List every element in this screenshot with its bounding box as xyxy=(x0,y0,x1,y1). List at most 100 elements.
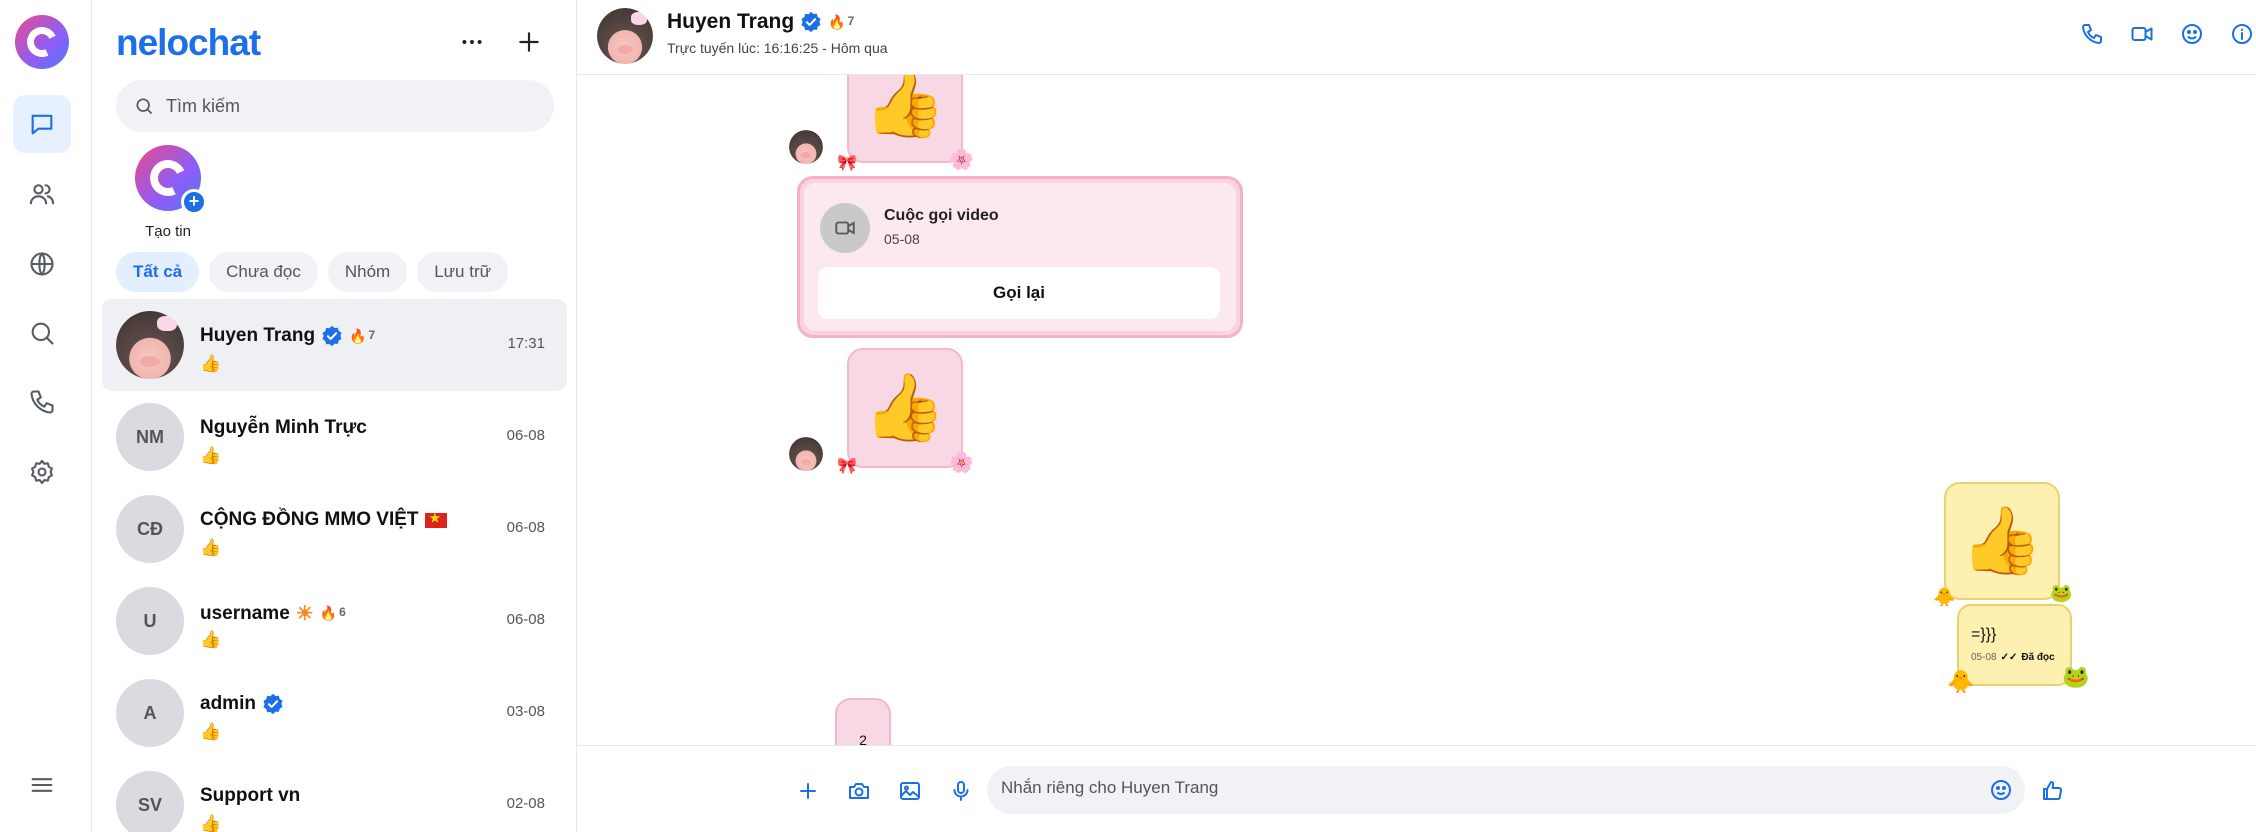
search-icon xyxy=(136,98,153,115)
camera-icon[interactable] xyxy=(844,776,874,806)
more-options-icon[interactable] xyxy=(452,22,492,62)
create-story-label: Tạo tin xyxy=(145,223,191,240)
verified-badge-icon xyxy=(322,325,342,347)
left-rail xyxy=(0,0,92,832)
conversation-time: 02-08 xyxy=(506,795,545,812)
avatar: SV xyxy=(116,771,184,832)
conversation-name: username xyxy=(200,602,290,624)
conversation-time: 06-08 xyxy=(506,519,545,536)
filter-groups[interactable]: Nhóm xyxy=(327,252,408,292)
chick-decoration-icon: 🐥 xyxy=(1933,587,1956,607)
chick-decoration-icon: 🐥 xyxy=(1947,669,1975,694)
conversation-name: Huyen Trang xyxy=(200,325,316,346)
emoji-face-icon[interactable] xyxy=(2178,18,2206,50)
bow-decoration-icon: 🎀 xyxy=(837,458,857,475)
app-logo[interactable] xyxy=(15,15,69,69)
bow-decoration-icon: 🎀 xyxy=(837,155,857,172)
microphone-icon[interactable] xyxy=(946,776,976,806)
conversation-item[interactable]: CĐ CỘNG ĐỒNG MMO VIỆT 👍 06-08 xyxy=(102,483,567,575)
conversation-name: Nguyễn Minh Trực xyxy=(200,417,367,438)
messages-icon[interactable] xyxy=(13,95,71,153)
add-attachment-icon[interactable] xyxy=(793,776,823,806)
flower-decoration-icon: 🌸 xyxy=(949,452,974,474)
conversation-name: Support vn xyxy=(200,785,301,806)
info-icon[interactable] xyxy=(2228,18,2256,50)
filter-unread[interactable]: Chưa đọc xyxy=(209,252,318,292)
online-status: Trực tuyến lúc: 16:16:25 - Hôm qua xyxy=(667,40,888,56)
conversation-name: CỘNG ĐỒNG MMO VIỆT xyxy=(200,509,419,530)
streak-icon: 🔥 7 xyxy=(828,13,855,30)
conversation-sidebar: nelochat + Tạo tin Tất cả Chưa đọc Nhóm … xyxy=(92,0,577,832)
streak-icon: 🔥 6 xyxy=(319,605,346,621)
thumbs-up-sticker[interactable]: 👍 xyxy=(847,348,963,468)
app-window: nelochat + Tạo tin Tất cả Chưa đọc Nhóm … xyxy=(0,0,2256,832)
video-camera-icon xyxy=(820,203,870,253)
conversation-preview: 👍 xyxy=(200,630,222,649)
settings-icon[interactable] xyxy=(13,443,71,501)
chat-title[interactable]: Huyen Trang xyxy=(667,10,794,34)
chat-panel: Huyen Trang 🔥 7 Trực tuyến lúc: 16:16:25 … xyxy=(577,0,2256,832)
new-chat-plus-icon[interactable] xyxy=(509,22,549,62)
chat-header: Huyen Trang 🔥 7 Trực tuyến lúc: 16:16:25 … xyxy=(577,0,2256,75)
conversation-time: 06-08 xyxy=(506,427,545,444)
thumbs-up-send-icon[interactable] xyxy=(2037,776,2067,806)
chat-avatar[interactable] xyxy=(597,8,653,64)
thumbs-up-sticker-outgoing[interactable]: 👍 xyxy=(1944,482,2060,600)
avatar: A xyxy=(116,679,184,747)
search-input[interactable] xyxy=(166,95,526,117)
menu-icon[interactable] xyxy=(13,756,71,814)
sun-badge-icon: ☀ xyxy=(295,603,314,625)
conversation-item[interactable]: NM Nguyễn Minh Trực 👍 06-08 xyxy=(102,391,567,483)
verified-badge-icon xyxy=(263,693,283,715)
phone-icon[interactable] xyxy=(13,373,71,431)
create-story[interactable]: + Tạo tin xyxy=(116,145,220,240)
voice-call-icon[interactable] xyxy=(2078,18,2106,50)
conversation-item[interactable]: A admin 👍 03-08 xyxy=(102,667,567,759)
conversation-item[interactable]: U username ☀ 🔥 6 👍 06-08 xyxy=(102,575,567,667)
video-call-icon[interactable] xyxy=(2128,18,2156,50)
conversation-time: 17:31 xyxy=(507,335,545,352)
message-input-box[interactable] xyxy=(987,766,2025,814)
message-date: 05-08 xyxy=(1971,652,1997,663)
message-text: =}}} xyxy=(1971,626,1997,643)
conversation-list: Huyen Trang 🔥 7 👍 17:31 NM Nguyễn Minh Tr… xyxy=(102,299,567,832)
avatar: NM xyxy=(116,403,184,471)
sender-avatar xyxy=(789,130,823,164)
conversation-time: 03-08 xyxy=(506,703,545,720)
filter-all[interactable]: Tất cả xyxy=(116,252,200,292)
thumbs-up-sticker[interactable]: 👍 xyxy=(847,75,963,163)
call-date: 05-08 xyxy=(884,231,920,247)
vietnam-flag-icon xyxy=(424,511,447,528)
streak-icon: 🔥 7 xyxy=(349,327,376,344)
conversation-preview: 👍 xyxy=(200,354,222,373)
message-input[interactable] xyxy=(1001,778,1961,798)
story-avatar[interactable]: + xyxy=(135,145,207,215)
header-actions xyxy=(2078,18,2256,50)
contacts-icon[interactable] xyxy=(13,165,71,223)
filter-tabs: Tất cả Chưa đọc Nhóm Lưu trữ xyxy=(116,252,508,292)
conversation-preview: 👍 xyxy=(200,446,222,465)
call-title: Cuộc gọi video xyxy=(884,207,999,224)
emoji-picker-icon[interactable] xyxy=(1989,778,2013,802)
conversation-item[interactable]: SV Support vn 👍 02-08 xyxy=(102,759,567,832)
read-status: Đã đọc xyxy=(2021,652,2055,663)
image-icon[interactable] xyxy=(895,776,925,806)
partial-sticker[interactable]: 2 xyxy=(835,698,891,745)
add-story-icon[interactable]: + xyxy=(181,189,207,215)
verified-badge-icon xyxy=(801,11,821,33)
conversation-item[interactable]: Huyen Trang 🔥 7 👍 17:31 xyxy=(102,299,567,391)
brand-title: nelochat xyxy=(116,22,261,63)
video-call-card: Cuộc gọi video 05-08 Gọi lại xyxy=(797,176,1243,338)
call-back-button[interactable]: Gọi lại xyxy=(818,267,1220,319)
avatar: CĐ xyxy=(116,495,184,563)
search-icon[interactable] xyxy=(13,304,71,362)
filter-archived[interactable]: Lưu trữ xyxy=(417,252,508,292)
globe-icon[interactable] xyxy=(13,235,71,293)
message-composer xyxy=(577,745,2256,832)
flower-decoration-icon: 🌸 xyxy=(949,149,974,171)
search-bar[interactable] xyxy=(116,80,554,132)
conversation-time: 06-08 xyxy=(506,611,545,628)
conversation-preview: 👍 xyxy=(200,814,222,832)
avatar: U xyxy=(116,587,184,655)
conversation-preview: 👍 xyxy=(200,538,222,557)
